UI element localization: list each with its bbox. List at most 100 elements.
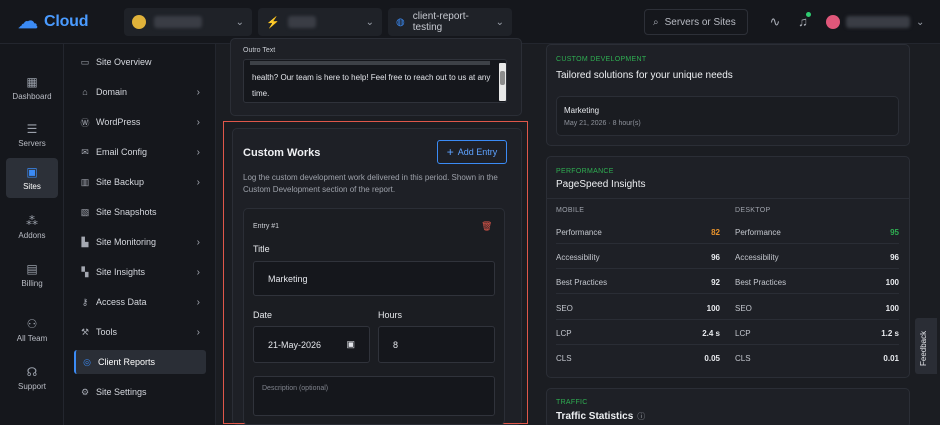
metric-row: Best Practices 92 (556, 278, 720, 287)
metric-row: SEO 100 (556, 304, 720, 313)
outro-textarea[interactable]: health? Our team is here to help! Feel f… (243, 59, 507, 103)
rail-item-billing[interactable]: ▤ Billing (6, 255, 58, 295)
info-icon[interactable]: ⓘ (637, 411, 645, 422)
metric-row: Accessibility 96 (556, 253, 720, 262)
search-icon: ⌕ (653, 16, 659, 28)
textarea-scrollbar[interactable] (499, 63, 506, 101)
chevron-down-icon: ⌄ (235, 16, 244, 28)
date-input[interactable]: 21-May-2026 ▣ (253, 326, 370, 363)
server-icon: ⚡ (266, 16, 280, 29)
outro-text-line: health? Our team is here to help! Feel f… (252, 73, 491, 82)
entry-label: Entry #1 (253, 223, 280, 230)
divider (556, 293, 899, 294)
chevron-right-icon: › (196, 116, 200, 128)
trash-icon[interactable]: 🗑 (481, 221, 492, 232)
rail-item-all-team[interactable]: ⚇ All Team (6, 310, 58, 350)
wordpress-icon: Ⓦ (80, 117, 90, 128)
chevron-right-icon: › (196, 296, 200, 308)
feedback-tab[interactable]: Feedback (915, 318, 937, 374)
custom-works-description: Log the custom development work delivere… (243, 173, 498, 194)
nav-site-snapshots[interactable]: ▧ Site Snapshots (74, 200, 206, 224)
chevron-right-icon: › (196, 86, 200, 98)
nav-site-settings[interactable]: ⚙ Site Settings (74, 380, 206, 404)
chevron-right-icon: › (196, 326, 200, 338)
globe-icon: ◍ (396, 16, 405, 28)
site-name: client-report-testing (412, 11, 469, 33)
nav-email-config[interactable]: ✉ Email Config › (74, 140, 206, 164)
rail-item-servers[interactable]: ☰ Servers (6, 115, 58, 155)
divider (556, 268, 899, 269)
nav-tools[interactable]: ⚒ Tools › (74, 320, 206, 344)
user-menu[interactable]: ⌄ (820, 9, 934, 35)
chevron-down-icon: ⌄ (495, 16, 504, 28)
rail-item-addons[interactable]: ⁂ Addons (6, 207, 58, 247)
mobile-label: MOBILE (556, 207, 585, 214)
rail-item-support[interactable]: ☊ Support (6, 358, 58, 398)
metric-row: Accessibility 96 (735, 253, 899, 262)
scrollbar-thumb[interactable] (500, 71, 505, 85)
metric-row: Performance 95 (735, 228, 899, 237)
traffic-eyebrow: TRAFFIC (556, 399, 588, 406)
custom-works-title: Custom Works (243, 147, 321, 159)
settings-icon: ⚙ (80, 386, 90, 397)
description-textarea[interactable]: Description (optional) (253, 376, 495, 416)
chevron-down-icon: ⌄ (365, 16, 374, 28)
desktop-label: DESKTOP (735, 207, 771, 214)
dashboard-icon: ▦ (26, 74, 38, 89)
monitoring-icon: ▙ (81, 236, 89, 247)
divider (546, 198, 910, 199)
reports-icon: ◎ (83, 356, 91, 367)
nav-wordpress[interactable]: Ⓦ WordPress › (74, 110, 206, 134)
rail-item-sites[interactable]: ▣ Sites (6, 158, 58, 198)
cloud-logo-icon: ☁ (18, 11, 38, 33)
snapshot-icon: ▧ (80, 206, 90, 217)
plus-icon: + (446, 145, 454, 159)
project-selector[interactable]: ⌄ (124, 8, 252, 36)
rail-item-dashboard[interactable]: ▦ Dashboard (6, 68, 58, 108)
tools-icon: ⚒ (80, 326, 90, 337)
site-selector[interactable]: ◍ client-report-testing ⌄ (388, 8, 512, 36)
addons-icon: ⁂ (26, 213, 38, 228)
billing-icon: ▤ (26, 261, 38, 276)
custom-dev-item-meta: May 21, 2026 · 8 hour(s) (564, 120, 641, 127)
metric-row: CLS 0.05 (556, 354, 720, 363)
hours-input[interactable]: 8 (378, 326, 495, 363)
nav-site-monitoring[interactable]: ▙ Site Monitoring › (74, 230, 206, 254)
nav-domain[interactable]: ⌂ Domain › (74, 80, 206, 104)
outro-card: Outro Text health? Our team is here to h… (230, 38, 522, 116)
server-selector[interactable]: ⚡ ⌄ (258, 8, 382, 36)
performance-eyebrow: PERFORMANCE (556, 168, 614, 175)
nav-access-data[interactable]: ⚷ Access Data › (74, 290, 206, 314)
metric-row: Best Practices 100 (735, 278, 899, 287)
divider (556, 344, 899, 345)
site-nav: ▭ Site Overview ⌂ Domain › Ⓦ WordPress › ✉ Ema… (64, 44, 216, 425)
activity-icon[interactable]: ∿ (767, 14, 783, 30)
logo[interactable]: ☁ Cloud (18, 11, 89, 33)
sites-icon: ▣ (26, 164, 38, 179)
nav-site-overview[interactable]: ▭ Site Overview (74, 50, 206, 74)
metric-row: LCP 1.2 s (735, 329, 899, 338)
avatar (826, 15, 840, 29)
team-icon: ⚇ (26, 316, 38, 331)
performance-title: PageSpeed Insights (556, 179, 646, 190)
traffic-title: Traffic Statistics ⓘ (556, 411, 646, 422)
project-avatar (132, 15, 146, 29)
add-entry-button[interactable]: + Add Entry (437, 140, 507, 164)
notification-dot (806, 12, 811, 17)
nav-client-reports[interactable]: ◎ Client Reports (74, 350, 206, 374)
hours-label: Hours (378, 310, 403, 320)
outro-text-line: time. (252, 89, 270, 98)
title-label: Title (253, 244, 270, 254)
outro-label: Outro Text (243, 47, 276, 54)
metric-row: SEO 100 (735, 304, 899, 313)
nav-site-backup[interactable]: ▥ Site Backup › (74, 170, 206, 194)
key-icon: ⚷ (81, 296, 89, 307)
backup-icon: ▥ (80, 176, 90, 187)
title-input[interactable]: Marketing (253, 261, 495, 296)
servers-icon: ☰ (26, 121, 38, 136)
calendar-icon[interactable]: ▣ (346, 339, 355, 350)
custom-dev-eyebrow: CUSTOM DEVELOPMENT (556, 56, 647, 63)
metric-row: Performance 82 (556, 228, 720, 237)
nav-site-insights[interactable]: ▚ Site Insights › (74, 260, 206, 284)
search-button[interactable]: ⌕ Servers or Sites (644, 9, 748, 35)
